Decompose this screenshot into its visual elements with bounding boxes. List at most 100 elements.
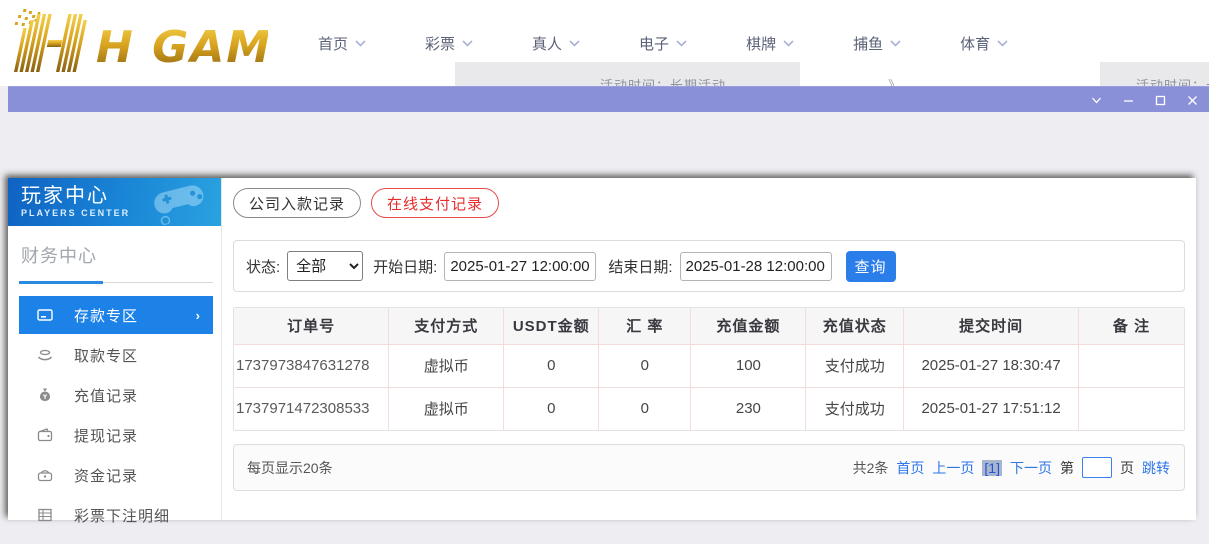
sidebar-item-recharge-records[interactable]: 充值记录 (19, 376, 213, 414)
window-collapse-button[interactable] (1090, 94, 1103, 107)
cell-order-no: 1737971472308533 (234, 387, 389, 430)
window-titlebar (8, 86, 1209, 112)
sidebar-menu: 存款专区 › 取款专区 充值记录 (8, 296, 221, 534)
tab-company-deposit-records[interactable]: 公司入款记录 (233, 188, 361, 218)
status-label: 状态: (246, 256, 280, 277)
sidebar-header: 玩家中心 PLAYERS CENTER (8, 178, 221, 226)
player-center-panel: 玩家中心 PLAYERS CENTER 财务中心 存款专区 (8, 178, 1196, 520)
wallet-icon (37, 427, 53, 443)
cell-exchange-rate: 0 (599, 387, 691, 430)
chevron-down-icon (997, 40, 1008, 47)
cell-usdt-amount: 0 (504, 344, 599, 387)
cell-recharge-status: 支付成功 (806, 387, 904, 430)
nav-label: 真人 (532, 33, 562, 54)
next-page-link[interactable]: 下一页 (1010, 458, 1052, 478)
pagination-bar: 每页显示20条 共2条 首页 上一页 [1] 下一页 第 页 跳转 (233, 444, 1185, 491)
table-row: 1737973847631278 虚拟币 0 0 100 支付成功 2025-0… (234, 344, 1184, 387)
purse-icon (37, 467, 53, 483)
nav-item-live[interactable]: 真人 (532, 33, 580, 54)
nav-item-home[interactable]: 首页 (318, 33, 366, 54)
query-button[interactable]: 查询 (846, 251, 896, 282)
cell-payment-method: 虚拟币 (389, 387, 504, 430)
gamepad-icon (147, 178, 217, 226)
clipped-activity-text: 活动时间：长期活动 (600, 75, 726, 86)
chevron-right-icon: › (196, 308, 200, 323)
nav-item-slots[interactable]: 电子 (639, 33, 687, 54)
nav-item-boardgames[interactable]: 棋牌 (746, 33, 794, 54)
money-bag-icon (37, 387, 53, 403)
records-table-wrapper: 订单号 支付方式 USDT金额 汇 率 充值金额 充值状态 提交时间 备 注 1 (233, 307, 1185, 431)
sidebar-item-label: 存款专区 (74, 305, 138, 326)
chevron-down-icon (355, 40, 366, 47)
table-row: 1737971472308533 虚拟币 0 0 230 支付成功 2025-0… (234, 387, 1184, 430)
col-exchange-rate: 汇 率 (599, 308, 691, 344)
first-page-link[interactable]: 首页 (896, 458, 924, 478)
sidebar-section-title: 财务中心 (21, 242, 221, 268)
nav-label: 捕鱼 (853, 33, 883, 54)
chevron-down-icon (676, 40, 687, 47)
end-date-label: 结束日期: (608, 256, 672, 277)
bank-card-icon (37, 307, 53, 323)
jump-suffix-label: 页 (1120, 458, 1134, 478)
minimize-icon (1122, 94, 1135, 107)
page-jump-input[interactable] (1082, 457, 1112, 478)
cell-usdt-amount: 0 (504, 387, 599, 430)
sidebar-item-lottery-bet-details[interactable]: 彩票下注明细 (19, 496, 213, 534)
maximize-icon (1154, 94, 1167, 107)
table-header-row: 订单号 支付方式 USDT金额 汇 率 充值金额 充值状态 提交时间 备 注 (234, 308, 1184, 344)
screen: H GAME 首页 彩票 真人 电子 棋牌 (0, 0, 1209, 544)
col-payment-method: 支付方式 (389, 308, 504, 344)
nav-label: 首页 (318, 33, 348, 54)
tab-online-payment-records[interactable]: 在线支付记录 (371, 188, 499, 218)
nav-item-fishing[interactable]: 捕鱼 (853, 33, 901, 54)
status-select[interactable]: 全部 (287, 251, 363, 281)
nav-item-sports[interactable]: 体育 (960, 33, 1008, 54)
chevron-down-icon (783, 40, 794, 47)
window-close-button[interactable] (1186, 94, 1199, 107)
sidebar-item-label: 提现记录 (74, 425, 138, 446)
col-remarks: 备 注 (1078, 308, 1184, 344)
cell-recharge-status: 支付成功 (806, 344, 904, 387)
hand-coins-icon (37, 347, 53, 363)
cell-submit-time: 2025-01-27 17:51:12 (904, 387, 1079, 430)
list-document-icon (37, 507, 53, 523)
jump-button[interactable]: 跳转 (1142, 458, 1170, 478)
records-table: 订单号 支付方式 USDT金额 汇 率 充值金额 充值状态 提交时间 备 注 1 (234, 308, 1184, 430)
sidebar-item-withdraw-zone[interactable]: 取款专区 (19, 336, 213, 374)
current-page-indicator[interactable]: [1] (982, 460, 1002, 476)
chevron-down-icon (1090, 94, 1103, 107)
col-submit-time: 提交时间 (904, 308, 1079, 344)
cell-payment-method: 虚拟币 (389, 344, 504, 387)
nav-label: 棋牌 (746, 33, 776, 54)
start-date-label: 开始日期: (373, 256, 437, 277)
per-page-label: 每页显示20条 (247, 458, 333, 478)
section-divider (19, 281, 213, 284)
chevron-down-icon (569, 40, 580, 47)
chevron-down-icon (890, 40, 901, 47)
window-minimize-button[interactable] (1122, 94, 1135, 107)
cell-remarks (1078, 344, 1184, 387)
col-recharge-status: 充值状态 (806, 308, 904, 344)
sidebar-item-label: 取款专区 (74, 345, 138, 366)
sidebar-item-withdrawal-records[interactable]: 提现记录 (19, 416, 213, 454)
window-maximize-button[interactable] (1154, 94, 1167, 107)
sidebar-item-label: 充值记录 (74, 385, 138, 406)
jump-prefix-label: 第 (1060, 458, 1074, 478)
nav-label: 电子 (639, 33, 669, 54)
prev-page-link[interactable]: 上一页 (932, 458, 974, 478)
end-date-input[interactable] (680, 252, 832, 281)
total-count-label: 共2条 (853, 458, 889, 478)
sidebar-item-funds-records[interactable]: 资金记录 (19, 456, 213, 494)
record-tabs: 公司入款记录 在线支付记录 (233, 188, 1185, 218)
window-controls (1090, 87, 1199, 113)
nav-item-lottery[interactable]: 彩票 (425, 33, 473, 54)
nav-label: 彩票 (425, 33, 455, 54)
cell-submit-time: 2025-01-27 18:30:47 (904, 344, 1079, 387)
nav-label: 体育 (960, 33, 990, 54)
start-date-input[interactable] (444, 252, 596, 281)
col-order-no: 订单号 (234, 308, 389, 344)
sidebar-item-deposit-zone[interactable]: 存款专区 › (19, 296, 213, 334)
chevron-down-icon (462, 40, 473, 47)
clipped-activity-text: 活动时间：长期活动 (1136, 75, 1209, 86)
content-area: 公司入款记录 在线支付记录 状态: 全部 开始日期: 结束日期: 查询 (222, 178, 1196, 520)
